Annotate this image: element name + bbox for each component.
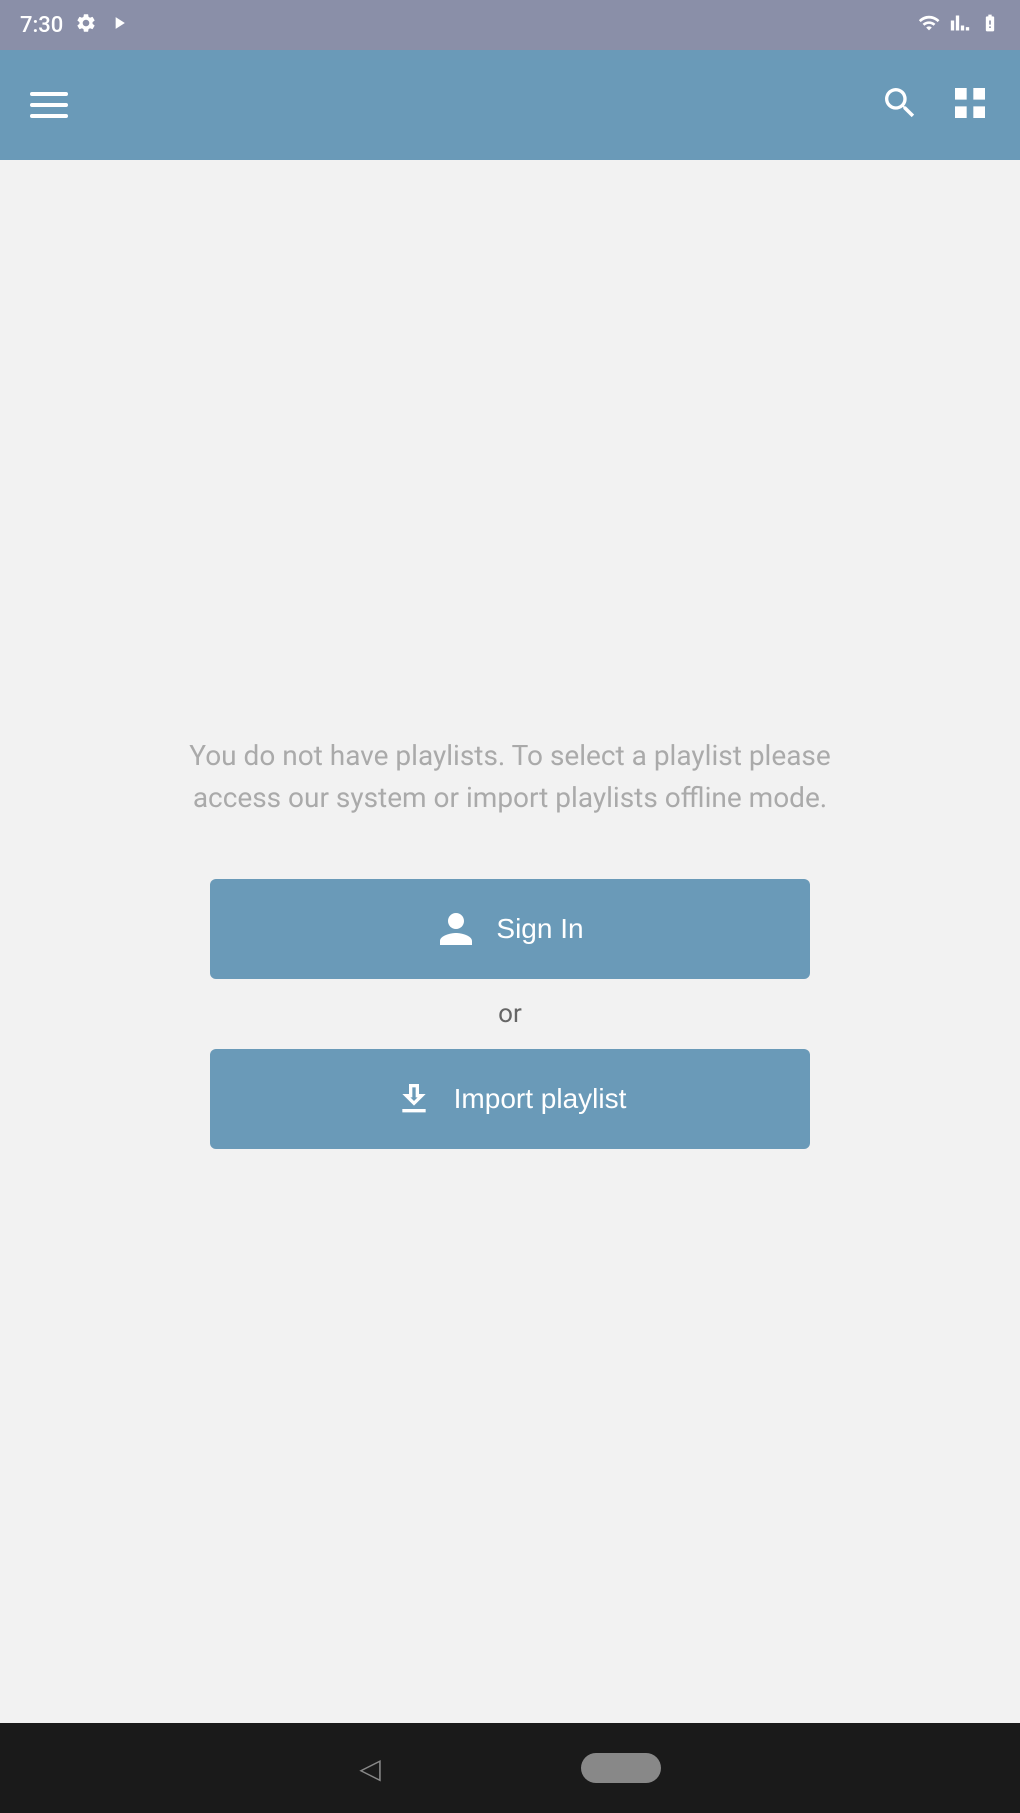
import-playlist-button[interactable]: Import playlist xyxy=(210,1049,810,1149)
back-button[interactable]: ◁ xyxy=(359,1752,381,1785)
sign-in-label: Sign In xyxy=(496,913,583,945)
status-time: 7:30 xyxy=(20,13,63,38)
sign-in-button[interactable]: Sign In xyxy=(210,879,810,979)
signal-icon xyxy=(950,13,970,37)
import-playlist-label: Import playlist xyxy=(454,1083,627,1115)
status-right xyxy=(918,12,1000,38)
grid-view-button[interactable] xyxy=(950,83,990,127)
toolbar xyxy=(0,50,1020,160)
or-divider: or xyxy=(498,999,522,1029)
main-content: You do not have playlists. To select a p… xyxy=(0,160,1020,1723)
settings-icon xyxy=(75,12,97,39)
search-button[interactable] xyxy=(880,83,920,127)
toolbar-actions xyxy=(880,83,990,127)
action-buttons: Sign In or Import playlist xyxy=(210,879,810,1149)
play-store-icon xyxy=(109,13,129,38)
status-left: 7:30 xyxy=(20,12,129,39)
home-button[interactable] xyxy=(581,1753,661,1783)
status-bar: 7:30 xyxy=(0,0,1020,50)
battery-icon xyxy=(980,13,1000,37)
bottom-navigation: ◁ xyxy=(0,1723,1020,1813)
wifi-icon xyxy=(918,12,940,38)
menu-button[interactable] xyxy=(30,92,68,118)
empty-playlists-message: You do not have playlists. To select a p… xyxy=(160,735,860,819)
